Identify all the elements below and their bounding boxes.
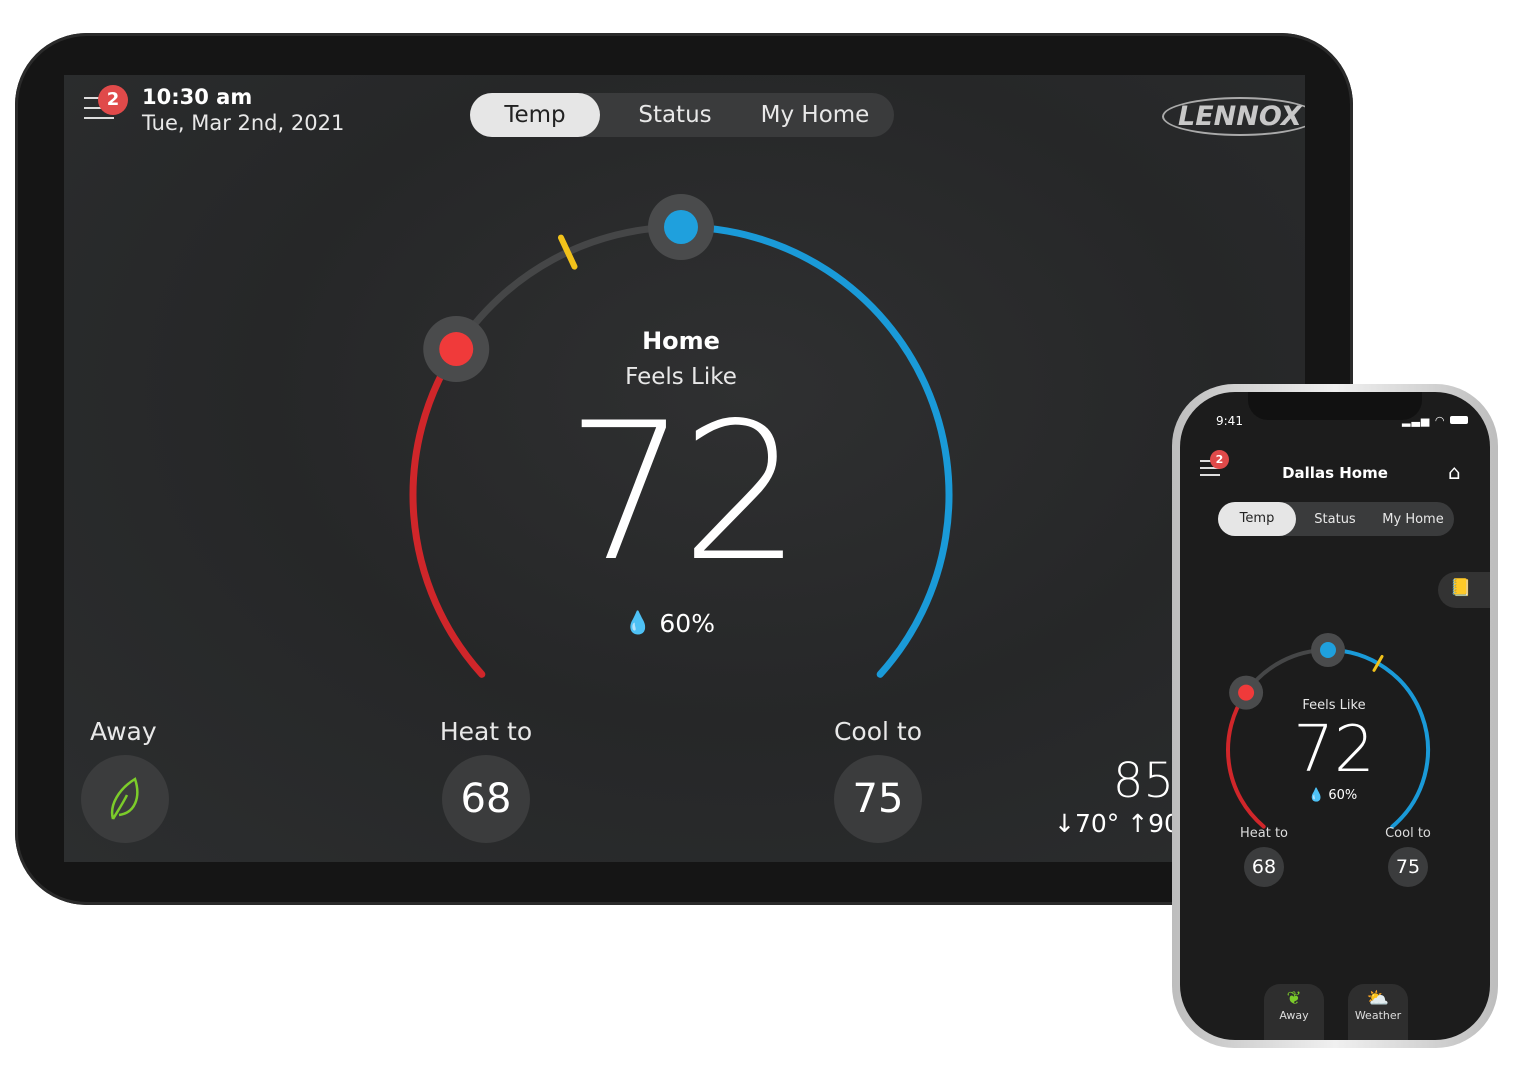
heat-arc bbox=[409, 345, 486, 678]
leaf-icon: ❦ bbox=[1286, 988, 1302, 1009]
phone-screen: 9:41 ▂▃▅ ◠ 2 Dallas Home ⌂ Temp Status M… bbox=[1180, 392, 1490, 1040]
humidity-value: 60% bbox=[659, 609, 715, 638]
feels-like-temp: 72 bbox=[1293, 713, 1375, 787]
heat-setpoint-knob[interactable] bbox=[423, 316, 490, 383]
away-label: Away bbox=[1279, 1009, 1309, 1022]
droplet-icon: 💧 bbox=[624, 611, 652, 636]
weather-icon: ⛅ bbox=[1366, 988, 1390, 1009]
heat-to-label: Heat to bbox=[1239, 826, 1289, 841]
cool-setpoint-knob[interactable] bbox=[648, 194, 714, 260]
away-button[interactable]: ❦ Away bbox=[1264, 984, 1324, 1040]
heat-setpoint-knob[interactable] bbox=[1229, 675, 1264, 710]
heat-arc bbox=[1226, 690, 1266, 829]
away-button[interactable] bbox=[81, 755, 169, 843]
cool-to-label: Cool to bbox=[833, 717, 923, 746]
feels-like-label: Feels Like bbox=[1302, 698, 1366, 713]
mode-title: Home bbox=[642, 327, 720, 355]
away-label: Away bbox=[90, 717, 157, 746]
cool-setpoint-button[interactable]: 75 bbox=[834, 755, 922, 843]
cool-to-label: Cool to bbox=[1385, 826, 1431, 841]
weather-label: Weather bbox=[1354, 1009, 1402, 1022]
phone-device: 9:41 ▂▃▅ ◠ 2 Dallas Home ⌂ Temp Status M… bbox=[1172, 384, 1498, 1048]
outdoor-temp: 85 bbox=[1112, 753, 1174, 809]
feels-like-temp: 72 bbox=[566, 382, 802, 603]
heat-to-label: Heat to bbox=[439, 717, 533, 746]
weather-button[interactable]: ⛅ Weather bbox=[1348, 984, 1408, 1040]
leaf-icon bbox=[110, 777, 139, 820]
humidity-value: 60% bbox=[1328, 788, 1358, 803]
heat-setpoint-button[interactable]: 68 bbox=[442, 755, 530, 843]
heat-setpoint-button[interactable]: 68 bbox=[1244, 847, 1284, 887]
humidity: 💧 60% bbox=[1308, 788, 1357, 803]
thermostat-screen: 2 10:30 am Tue, Mar 2nd, 2021 Temp Statu… bbox=[64, 75, 1305, 862]
humidity: 💧 60% bbox=[624, 609, 744, 638]
cool-setpoint-button[interactable]: 75 bbox=[1388, 847, 1428, 887]
cool-setpoint-knob[interactable] bbox=[1311, 633, 1345, 667]
outdoor-low-high: ↓70° ↑90 bbox=[1054, 809, 1180, 838]
droplet-icon: 💧 bbox=[1308, 788, 1325, 803]
